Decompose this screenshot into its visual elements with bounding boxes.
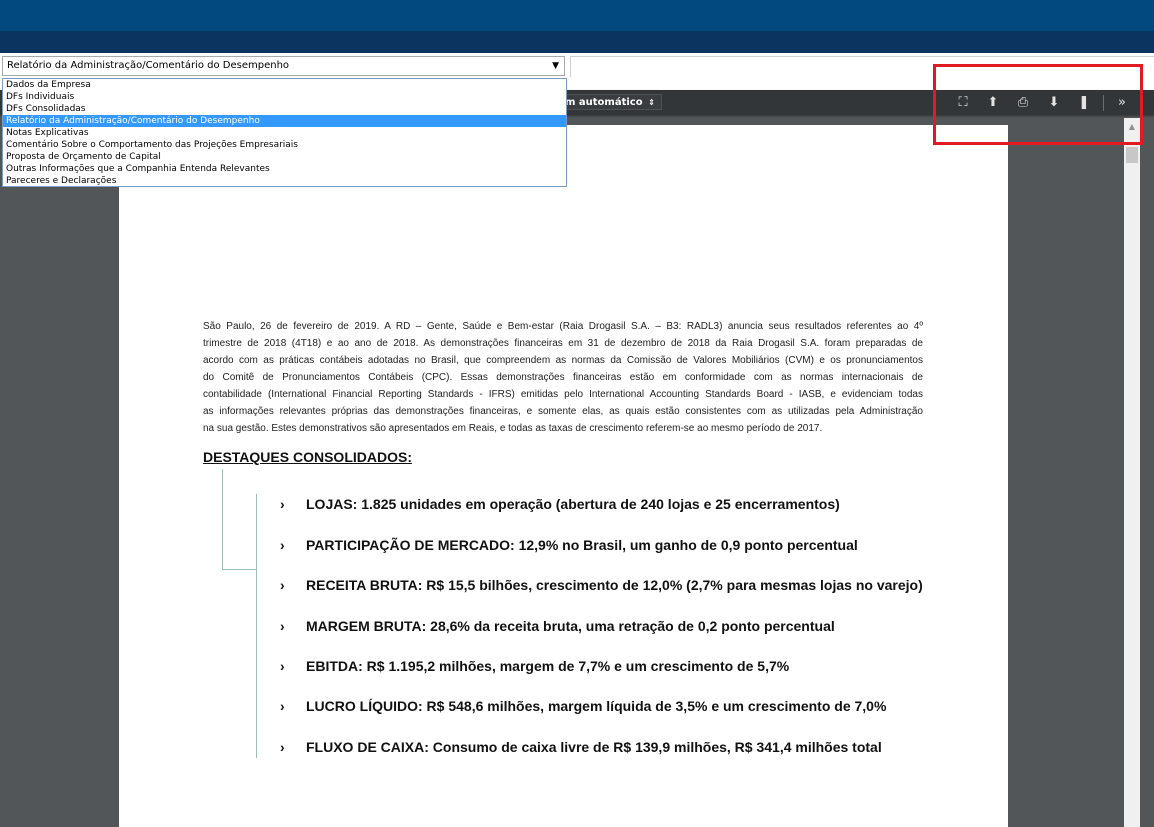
paragraph-line: trimestre de 2018 (4T18) e ao ano de 201… (203, 338, 923, 349)
bullet-list-line (256, 494, 257, 758)
dropdown-option[interactable]: Comentário Sobre o Comportamento das Pro… (3, 139, 566, 151)
bullet-chevron-icon: › (280, 496, 285, 512)
app-subheader-bar (0, 31, 1154, 53)
zoom-select-value: m automático (565, 97, 643, 108)
paragraph-line: São Paulo, 26 de fevereiro de 2019. A RD… (203, 321, 923, 332)
paragraph-line: acordo com as práticas contábeis adotada… (203, 355, 923, 366)
paragraph-line: na sua gestão. Estes demonstrativos são … (203, 423, 823, 434)
bullet-chevron-icon: › (280, 618, 285, 634)
paragraph-line: contabilidade (International Financial R… (203, 389, 923, 400)
bullet-chevron-icon: › (280, 577, 285, 593)
highlight-item: › RECEITA BRUTA: R$ 15,5 bilhões, crescim… (280, 577, 923, 593)
connector-line (222, 469, 223, 570)
paragraph-line: do Comitê de Pronunciamentos Contábeis (… (203, 372, 923, 383)
scrollbar[interactable] (1124, 118, 1140, 827)
document-type-select[interactable]: Relatório da Administração/Comentário do… (2, 56, 565, 76)
bullet-chevron-icon: › (280, 658, 285, 674)
highlight-text: LOJAS: 1.825 unidades em operação (abert… (306, 496, 840, 512)
dropdown-option[interactable]: DFs Consolidadas (3, 103, 566, 115)
dropdown-option[interactable]: Dados da Empresa (3, 79, 566, 91)
highlight-text: LUCRO LÍQUIDO: R$ 548,6 milhões, margem … (306, 698, 887, 714)
dropdown-option[interactable]: Notas Explicativas (3, 127, 566, 139)
highlight-text: EBITDA: R$ 1.195,2 milhões, margem de 7,… (306, 658, 790, 674)
annotation-highlight-box (933, 64, 1143, 145)
highlight-text: PARTICIPAÇÃO DE MERCADO: 12,9% no Brasil… (306, 537, 858, 553)
bullet-chevron-icon: › (280, 537, 285, 553)
app-header-bar (0, 0, 1154, 31)
dropdown-option-selected[interactable]: Relatório da Administração/Comentário do… (3, 115, 566, 127)
highlight-item: › FLUXO DE CAIXA: Consumo de caixa livre … (280, 739, 882, 755)
highlight-item: › PARTICIPAÇÃO DE MERCADO: 12,9% no Brasi… (280, 537, 858, 553)
document-type-dropdown: Dados da Empresa DFs Individuais DFs Con… (2, 78, 567, 187)
zoom-select[interactable]: m automático ⇕ (560, 94, 662, 110)
viewer-right-edge (1140, 118, 1154, 827)
pdf-page (119, 125, 1008, 827)
bullet-chevron-icon: › (280, 698, 285, 714)
paragraph-line: as informações relevantes próprias das d… (203, 406, 923, 417)
document-type-select-value: Relatório da Administração/Comentário do… (7, 60, 290, 71)
bullet-chevron-icon: › (280, 739, 285, 755)
highlight-item: › MARGEM BRUTA: 28,6% da receita bruta, u… (280, 618, 835, 634)
highlight-item: › EBITDA: R$ 1.195,2 milhões, margem de 7… (280, 658, 789, 674)
dropdown-option[interactable]: Pareceres e Declarações (3, 175, 566, 187)
dropdown-option[interactable]: DFs Individuais (3, 91, 566, 103)
intro-paragraph: São Paulo, 26 de fevereiro de 2019. A RD… (203, 318, 923, 437)
highlight-item: › LOJAS: 1.825 unidades em operação (aber… (280, 496, 840, 512)
highlight-text: MARGEM BRUTA: 28,6% da receita bruta, um… (306, 618, 835, 634)
scrollbar-thumb[interactable] (1126, 147, 1138, 163)
connector-line (222, 569, 257, 570)
dropdown-option[interactable]: Proposta de Orçamento de Capital (3, 151, 566, 163)
highlight-text: FLUXO DE CAIXA: Consumo de caixa livre d… (306, 739, 882, 755)
highlight-text: RECEITA BRUTA: R$ 15,5 bilhões, crescime… (306, 577, 923, 593)
highlights-heading: DESTAQUES CONSOLIDADOS: (203, 449, 412, 465)
dropdown-arrow-icon[interactable]: ▼ (552, 57, 559, 75)
highlight-item: › LUCRO LÍQUIDO: R$ 548,6 milhões, margem… (280, 698, 886, 714)
zoom-arrows-icon: ⇕ (648, 98, 655, 107)
dropdown-option[interactable]: Outras Informações que a Companhia Enten… (3, 163, 566, 175)
